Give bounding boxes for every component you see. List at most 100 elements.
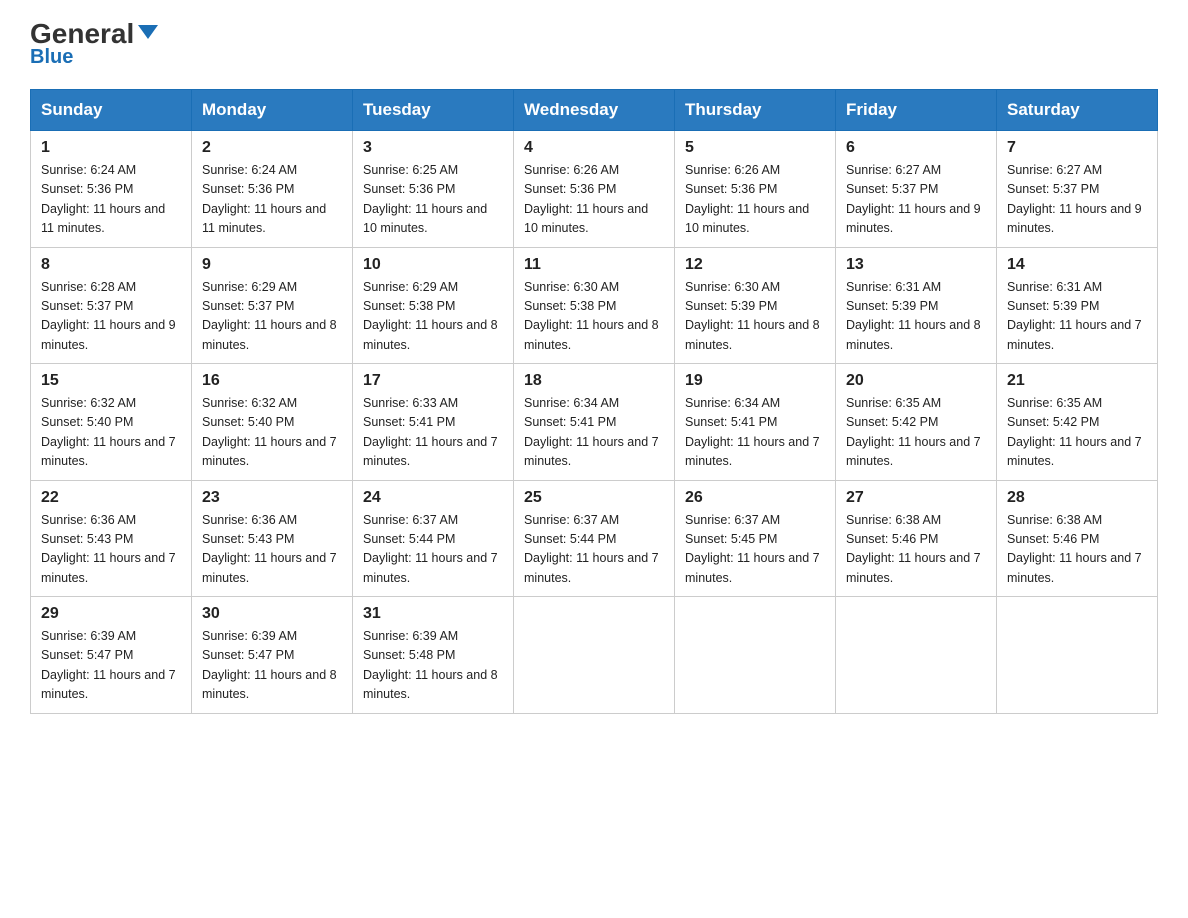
day-number: 27 xyxy=(846,489,986,507)
day-number: 18 xyxy=(524,372,664,390)
header-friday: Friday xyxy=(836,90,997,131)
day-info: Sunrise: 6:37 AMSunset: 5:44 PMDaylight:… xyxy=(524,513,659,585)
day-number: 5 xyxy=(685,139,825,157)
day-number: 23 xyxy=(202,489,342,507)
day-number: 21 xyxy=(1007,372,1147,390)
day-info: Sunrise: 6:25 AMSunset: 5:36 PMDaylight:… xyxy=(363,163,487,235)
empty-cell-w4-c4 xyxy=(675,597,836,714)
day-info: Sunrise: 6:38 AMSunset: 5:46 PMDaylight:… xyxy=(1007,513,1142,585)
day-number: 24 xyxy=(363,489,503,507)
day-number: 19 xyxy=(685,372,825,390)
empty-cell-w4-c3 xyxy=(514,597,675,714)
day-info: Sunrise: 6:26 AMSunset: 5:36 PMDaylight:… xyxy=(524,163,648,235)
day-cell-13: 13 Sunrise: 6:31 AMSunset: 5:39 PMDaylig… xyxy=(836,247,997,364)
day-info: Sunrise: 6:39 AMSunset: 5:47 PMDaylight:… xyxy=(41,629,176,701)
header-thursday: Thursday xyxy=(675,90,836,131)
day-info: Sunrise: 6:35 AMSunset: 5:42 PMDaylight:… xyxy=(1007,396,1142,468)
day-cell-8: 8 Sunrise: 6:28 AMSunset: 5:37 PMDayligh… xyxy=(31,247,192,364)
day-info: Sunrise: 6:26 AMSunset: 5:36 PMDaylight:… xyxy=(685,163,809,235)
day-number: 1 xyxy=(41,139,181,157)
day-cell-14: 14 Sunrise: 6:31 AMSunset: 5:39 PMDaylig… xyxy=(997,247,1158,364)
day-number: 7 xyxy=(1007,139,1147,157)
day-cell-16: 16 Sunrise: 6:32 AMSunset: 5:40 PMDaylig… xyxy=(192,364,353,481)
day-info: Sunrise: 6:39 AMSunset: 5:48 PMDaylight:… xyxy=(363,629,498,701)
page-header: General Blue xyxy=(30,20,1158,69)
day-info: Sunrise: 6:39 AMSunset: 5:47 PMDaylight:… xyxy=(202,629,337,701)
week-row-2: 8 Sunrise: 6:28 AMSunset: 5:37 PMDayligh… xyxy=(31,247,1158,364)
day-cell-11: 11 Sunrise: 6:30 AMSunset: 5:38 PMDaylig… xyxy=(514,247,675,364)
day-info: Sunrise: 6:34 AMSunset: 5:41 PMDaylight:… xyxy=(685,396,820,468)
day-cell-25: 25 Sunrise: 6:37 AMSunset: 5:44 PMDaylig… xyxy=(514,480,675,597)
day-number: 13 xyxy=(846,256,986,274)
day-cell-30: 30 Sunrise: 6:39 AMSunset: 5:47 PMDaylig… xyxy=(192,597,353,714)
day-info: Sunrise: 6:29 AMSunset: 5:38 PMDaylight:… xyxy=(363,280,498,352)
day-number: 11 xyxy=(524,256,664,274)
day-number: 16 xyxy=(202,372,342,390)
day-cell-27: 27 Sunrise: 6:38 AMSunset: 5:46 PMDaylig… xyxy=(836,480,997,597)
day-cell-9: 9 Sunrise: 6:29 AMSunset: 5:37 PMDayligh… xyxy=(192,247,353,364)
day-number: 6 xyxy=(846,139,986,157)
day-number: 30 xyxy=(202,605,342,623)
day-number: 28 xyxy=(1007,489,1147,507)
header-sunday: Sunday xyxy=(31,90,192,131)
day-number: 15 xyxy=(41,372,181,390)
logo-triangle-icon xyxy=(138,25,158,39)
day-number: 22 xyxy=(41,489,181,507)
day-info: Sunrise: 6:32 AMSunset: 5:40 PMDaylight:… xyxy=(41,396,176,468)
calendar-table: SundayMondayTuesdayWednesdayThursdayFrid… xyxy=(30,89,1158,714)
day-cell-21: 21 Sunrise: 6:35 AMSunset: 5:42 PMDaylig… xyxy=(997,364,1158,481)
day-number: 14 xyxy=(1007,256,1147,274)
day-number: 31 xyxy=(363,605,503,623)
day-info: Sunrise: 6:36 AMSunset: 5:43 PMDaylight:… xyxy=(41,513,176,585)
day-number: 12 xyxy=(685,256,825,274)
day-number: 4 xyxy=(524,139,664,157)
logo-blue-text: Blue xyxy=(30,46,73,69)
header-saturday: Saturday xyxy=(997,90,1158,131)
header-wednesday: Wednesday xyxy=(514,90,675,131)
day-cell-20: 20 Sunrise: 6:35 AMSunset: 5:42 PMDaylig… xyxy=(836,364,997,481)
day-info: Sunrise: 6:36 AMSunset: 5:43 PMDaylight:… xyxy=(202,513,337,585)
day-number: 9 xyxy=(202,256,342,274)
day-cell-19: 19 Sunrise: 6:34 AMSunset: 5:41 PMDaylig… xyxy=(675,364,836,481)
day-cell-22: 22 Sunrise: 6:36 AMSunset: 5:43 PMDaylig… xyxy=(31,480,192,597)
day-number: 20 xyxy=(846,372,986,390)
day-cell-7: 7 Sunrise: 6:27 AMSunset: 5:37 PMDayligh… xyxy=(997,131,1158,248)
day-info: Sunrise: 6:37 AMSunset: 5:44 PMDaylight:… xyxy=(363,513,498,585)
day-info: Sunrise: 6:37 AMSunset: 5:45 PMDaylight:… xyxy=(685,513,820,585)
day-cell-24: 24 Sunrise: 6:37 AMSunset: 5:44 PMDaylig… xyxy=(353,480,514,597)
day-cell-12: 12 Sunrise: 6:30 AMSunset: 5:39 PMDaylig… xyxy=(675,247,836,364)
week-row-5: 29 Sunrise: 6:39 AMSunset: 5:47 PMDaylig… xyxy=(31,597,1158,714)
day-cell-26: 26 Sunrise: 6:37 AMSunset: 5:45 PMDaylig… xyxy=(675,480,836,597)
week-row-1: 1 Sunrise: 6:24 AMSunset: 5:36 PMDayligh… xyxy=(31,131,1158,248)
day-info: Sunrise: 6:31 AMSunset: 5:39 PMDaylight:… xyxy=(846,280,981,352)
header-monday: Monday xyxy=(192,90,353,131)
day-cell-29: 29 Sunrise: 6:39 AMSunset: 5:47 PMDaylig… xyxy=(31,597,192,714)
day-number: 17 xyxy=(363,372,503,390)
day-cell-28: 28 Sunrise: 6:38 AMSunset: 5:46 PMDaylig… xyxy=(997,480,1158,597)
day-number: 25 xyxy=(524,489,664,507)
day-info: Sunrise: 6:24 AMSunset: 5:36 PMDaylight:… xyxy=(202,163,326,235)
day-cell-31: 31 Sunrise: 6:39 AMSunset: 5:48 PMDaylig… xyxy=(353,597,514,714)
week-row-3: 15 Sunrise: 6:32 AMSunset: 5:40 PMDaylig… xyxy=(31,364,1158,481)
day-cell-6: 6 Sunrise: 6:27 AMSunset: 5:37 PMDayligh… xyxy=(836,131,997,248)
empty-cell-w4-c6 xyxy=(997,597,1158,714)
day-cell-1: 1 Sunrise: 6:24 AMSunset: 5:36 PMDayligh… xyxy=(31,131,192,248)
day-cell-5: 5 Sunrise: 6:26 AMSunset: 5:36 PMDayligh… xyxy=(675,131,836,248)
day-info: Sunrise: 6:27 AMSunset: 5:37 PMDaylight:… xyxy=(1007,163,1142,235)
day-number: 26 xyxy=(685,489,825,507)
day-cell-2: 2 Sunrise: 6:24 AMSunset: 5:36 PMDayligh… xyxy=(192,131,353,248)
day-info: Sunrise: 6:27 AMSunset: 5:37 PMDaylight:… xyxy=(846,163,981,235)
day-cell-23: 23 Sunrise: 6:36 AMSunset: 5:43 PMDaylig… xyxy=(192,480,353,597)
day-info: Sunrise: 6:29 AMSunset: 5:37 PMDaylight:… xyxy=(202,280,337,352)
day-number: 3 xyxy=(363,139,503,157)
day-number: 2 xyxy=(202,139,342,157)
week-row-4: 22 Sunrise: 6:36 AMSunset: 5:43 PMDaylig… xyxy=(31,480,1158,597)
day-number: 8 xyxy=(41,256,181,274)
day-number: 29 xyxy=(41,605,181,623)
logo-text: General xyxy=(30,20,158,48)
day-info: Sunrise: 6:35 AMSunset: 5:42 PMDaylight:… xyxy=(846,396,981,468)
day-info: Sunrise: 6:38 AMSunset: 5:46 PMDaylight:… xyxy=(846,513,981,585)
day-info: Sunrise: 6:32 AMSunset: 5:40 PMDaylight:… xyxy=(202,396,337,468)
day-cell-10: 10 Sunrise: 6:29 AMSunset: 5:38 PMDaylig… xyxy=(353,247,514,364)
day-info: Sunrise: 6:34 AMSunset: 5:41 PMDaylight:… xyxy=(524,396,659,468)
